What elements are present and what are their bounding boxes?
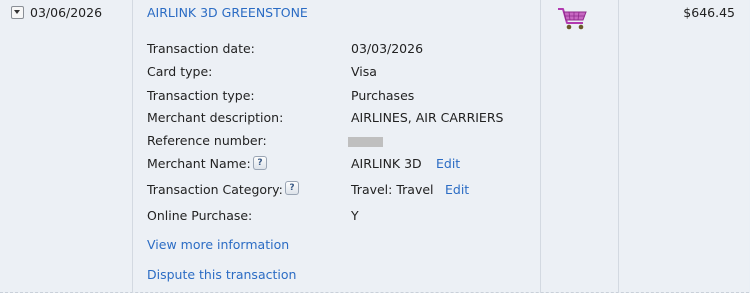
column-divider bbox=[132, 0, 133, 293]
reference-number-label: Reference number: bbox=[147, 133, 267, 148]
transaction-category-label: Transaction Category: bbox=[147, 182, 283, 197]
edit-merchant-name-link[interactable]: Edit bbox=[436, 156, 460, 171]
column-divider bbox=[540, 0, 541, 293]
posted-date: 03/06/2026 bbox=[30, 5, 103, 20]
transaction-type-value: Purchases bbox=[351, 88, 415, 103]
help-icon[interactable]: ? bbox=[285, 181, 299, 195]
transaction-type-label: Transaction type: bbox=[147, 88, 255, 103]
transaction-date-value: 03/03/2026 bbox=[351, 41, 424, 56]
merchant-name-label: Merchant Name: bbox=[147, 156, 251, 171]
merchant-title-link[interactable]: AIRLINK 3D GREENSTONE bbox=[147, 5, 308, 20]
merchant-name-value: AIRLINK 3D bbox=[351, 156, 422, 171]
redacted-reference-number bbox=[348, 137, 383, 147]
view-more-information-link[interactable]: View more information bbox=[147, 237, 289, 252]
shopping-cart-icon bbox=[558, 8, 587, 30]
transaction-row: 03/06/2026 AIRLINK 3D GREENSTONE $646.45… bbox=[0, 0, 749, 293]
online-purchase-label: Online Purchase: bbox=[147, 208, 253, 223]
transaction-amount: $646.45 bbox=[683, 5, 735, 20]
card-type-value: Visa bbox=[351, 64, 377, 79]
chevron-down-icon[interactable] bbox=[11, 6, 24, 19]
dispute-transaction-link[interactable]: Dispute this transaction bbox=[147, 267, 296, 282]
transaction-date-label: Transaction date: bbox=[147, 41, 255, 56]
edit-transaction-category-link[interactable]: Edit bbox=[445, 182, 469, 197]
column-divider bbox=[618, 0, 619, 293]
card-type-label: Card type: bbox=[147, 64, 213, 79]
transaction-category-value: Travel: Travel bbox=[351, 182, 434, 197]
merchant-description-value: AIRLINES, AIR CARRIERS bbox=[351, 110, 504, 125]
help-icon[interactable]: ? bbox=[253, 156, 267, 170]
merchant-description-label: Merchant description: bbox=[147, 110, 284, 125]
online-purchase-value: Y bbox=[351, 208, 359, 223]
